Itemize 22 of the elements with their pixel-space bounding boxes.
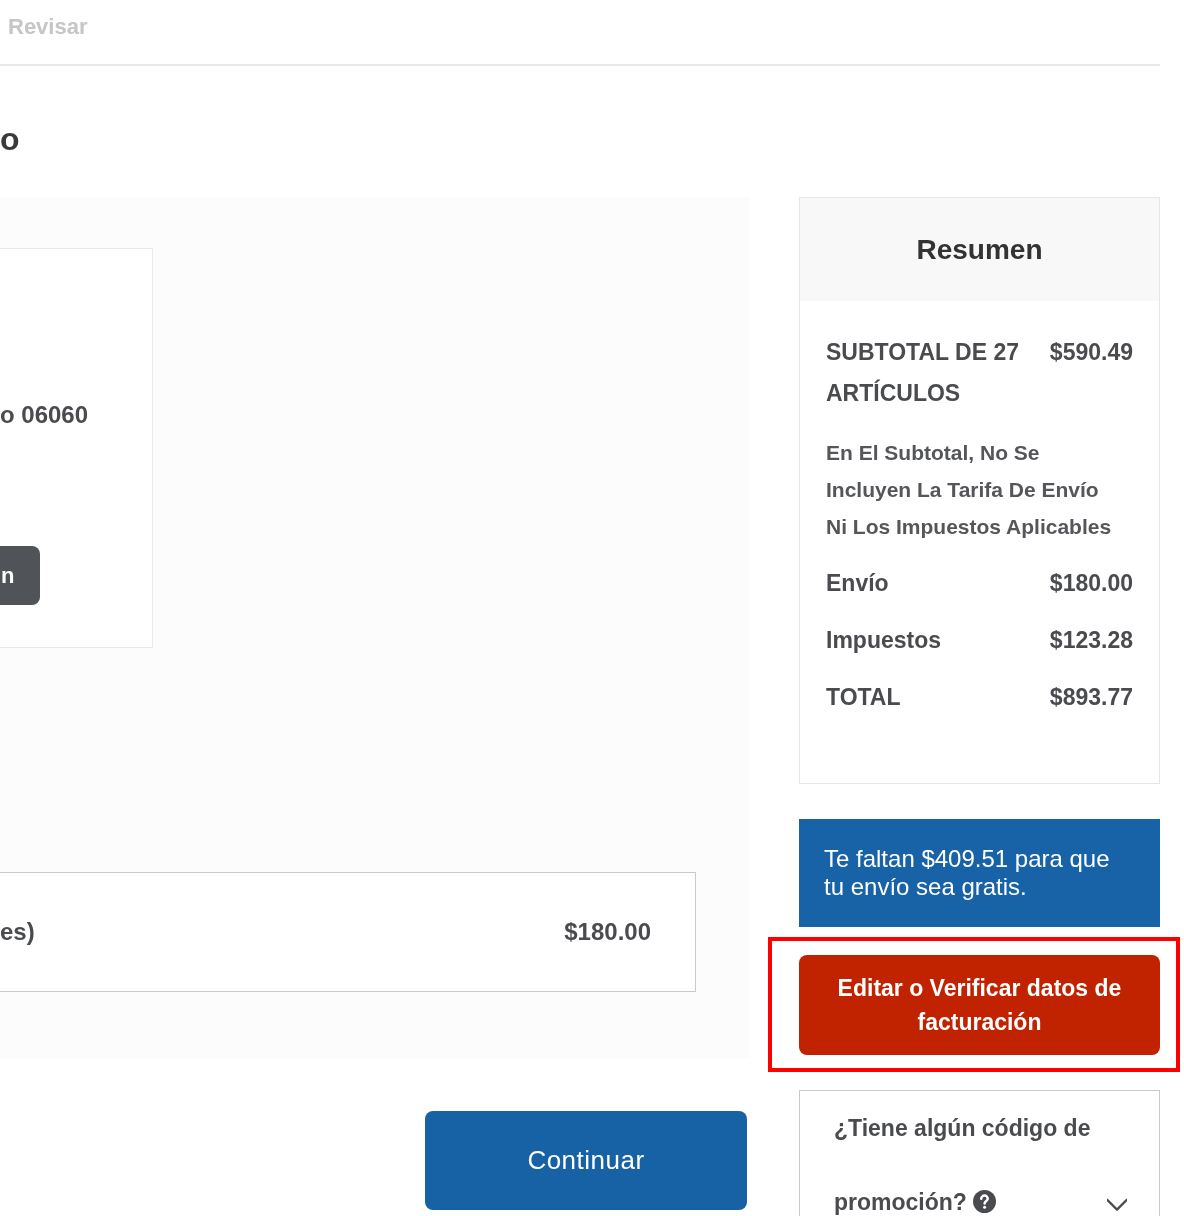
subtotal-amount: $590.49 — [1049, 338, 1133, 367]
billing-button[interactable]: Editar o Verificar datos de facturación — [799, 955, 1160, 1055]
summary-row-amount: $893.77 — [1049, 683, 1133, 713]
summary-row-label: TOTAL — [826, 683, 901, 713]
summary-row-amount: $123.28 — [1049, 626, 1133, 656]
promo-code-toggle[interactable]: ¿Tiene algún código de promoción? — [799, 1090, 1160, 1216]
summary-row-label: Envío — [826, 569, 889, 599]
summary-row-amount: $180.00 — [1049, 569, 1133, 599]
subtotal-label: SUBTOTAL DE 27 ARTÍCULOS — [826, 338, 1020, 408]
subtotal-note: En El Subtotal, No Se Incluyen La Tarifa De Envío Ni Los Impuestos Aplicables — [826, 440, 1113, 540]
shipping-option-price: $180.00 — [564, 917, 651, 947]
free-shipping-banner: Te faltan $409.51 para que tu envío sea gratis. — [799, 819, 1160, 927]
shipping-option[interactable]: es) $180.00 — [0, 872, 696, 992]
continue-button[interactable]: Continuar — [425, 1111, 747, 1210]
summary-title: Resumen — [916, 232, 1043, 267]
help-icon — [972, 1190, 996, 1213]
progress-step: Revisar — [8, 12, 88, 42]
shipping-option-label: es) — [0, 917, 35, 947]
page-title: o — [0, 120, 20, 157]
summary-row-label: Impuestos — [826, 626, 942, 656]
address-button[interactable]: n — [0, 546, 40, 605]
address-text: o 06060 — [0, 400, 89, 430]
